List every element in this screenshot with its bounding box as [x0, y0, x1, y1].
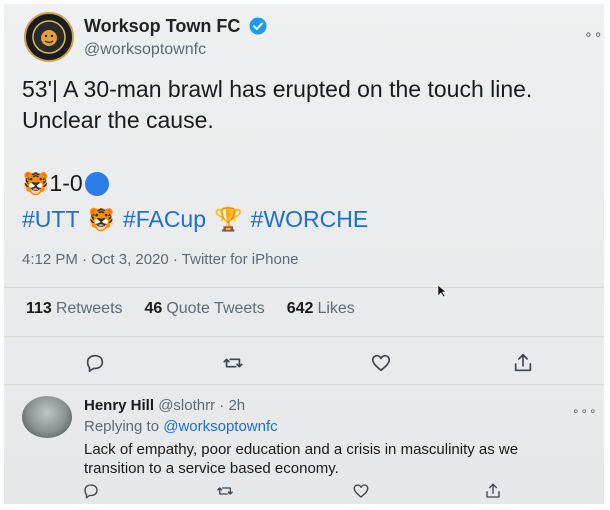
- reply-author-handle[interactable]: @slothrr: [158, 397, 215, 414]
- retweets-label: Retweets: [55, 300, 123, 317]
- hashtag-facup[interactable]: #FACup: [123, 206, 206, 233]
- account-name-row[interactable]: Worksop Town FC: [84, 16, 267, 40]
- likes-label: Likes: [317, 300, 355, 317]
- hashtag-line: #UTT 🐯 #FACup 🏆 #WORCHE: [22, 206, 376, 233]
- score-line: 🐯 1-0: [22, 170, 109, 197]
- reply-body: Lack of empathy, poor education and a cr…: [84, 440, 564, 478]
- retweet-icon[interactable]: [222, 352, 246, 376]
- score-text: 1-0: [49, 170, 83, 196]
- tweet-line-1: 53'| A 30-man brawl has erupted on the t…: [22, 76, 533, 102]
- likes-count: 642: [286, 300, 314, 317]
- quotes-count: 46: [144, 300, 163, 317]
- verified-badge-icon: [249, 17, 267, 40]
- quotes-label: Quote Tweets: [166, 300, 265, 317]
- blue-circle-emoji-icon: [84, 171, 109, 196]
- account-name[interactable]: Worksop Town FC: [84, 16, 240, 36]
- replying-handle-link[interactable]: @worksoptownfc: [163, 418, 277, 435]
- share-icon[interactable]: [484, 482, 508, 504]
- replying-to-line: Replying to @worksoptownfc: [84, 418, 278, 435]
- tiger-emoji-icon: 🐯: [22, 170, 50, 196]
- tweet-body: 53'| A 30-man brawl has erupted on the t…: [22, 74, 582, 136]
- tweet-actions: [4, 352, 604, 382]
- account-avatar[interactable]: [24, 12, 74, 62]
- tweet-line-2: Unclear the cause.: [22, 107, 214, 133]
- reply-line-2: transition to a service based economy.: [84, 460, 339, 477]
- more-icon[interactable]: ∘∘∘: [584, 26, 604, 43]
- tiger-emoji-icon: 🐯: [87, 206, 115, 232]
- reply-icon[interactable]: [82, 482, 106, 504]
- quote-tweets-stat[interactable]: 46 Quote Tweets: [145, 300, 265, 318]
- likes-stat[interactable]: 642 Likes: [287, 300, 355, 318]
- replying-prefix: Replying to: [84, 418, 160, 435]
- hashtag-worche[interactable]: #WORCHE: [251, 206, 369, 233]
- reply-line-1: Lack of empathy, poor education and a cr…: [84, 441, 519, 458]
- reply-author-row[interactable]: Henry Hill @slothrr · 2h: [84, 397, 245, 414]
- divider: [4, 384, 604, 385]
- reply-author-name[interactable]: Henry Hill: [84, 397, 154, 414]
- trophy-emoji-icon: 🏆: [214, 206, 243, 232]
- reply-time[interactable]: · 2h: [219, 397, 245, 414]
- retweets-count: 113: [26, 300, 52, 317]
- heart-icon[interactable]: [352, 482, 376, 504]
- share-icon[interactable]: [512, 352, 536, 376]
- divider: [4, 287, 604, 288]
- retweets-stat[interactable]: 113 Retweets: [26, 300, 123, 318]
- account-handle[interactable]: @worksoptownfc: [84, 41, 206, 59]
- tweet-screenshot: Worksop Town FC @worksoptownfc ∘∘∘ 53'| …: [4, 4, 604, 504]
- retweet-icon[interactable]: [216, 482, 240, 504]
- divider: [4, 336, 604, 337]
- heart-icon[interactable]: [370, 352, 394, 376]
- tweet-meta[interactable]: 4:12 PM · Oct 3, 2020 · Twitter for iPho…: [22, 251, 299, 268]
- hashtag-utt[interactable]: #UTT: [22, 206, 80, 233]
- reply-avatar[interactable]: [22, 396, 72, 438]
- more-icon[interactable]: ∘∘∘: [572, 404, 598, 418]
- reply-icon[interactable]: [84, 352, 108, 376]
- cursor-icon: [437, 284, 447, 303]
- reply-actions: [4, 482, 604, 504]
- tweet-stats: 113 Retweets 46 Quote Tweets 642 Likes: [26, 300, 377, 318]
- club-crest-icon: [32, 20, 66, 54]
